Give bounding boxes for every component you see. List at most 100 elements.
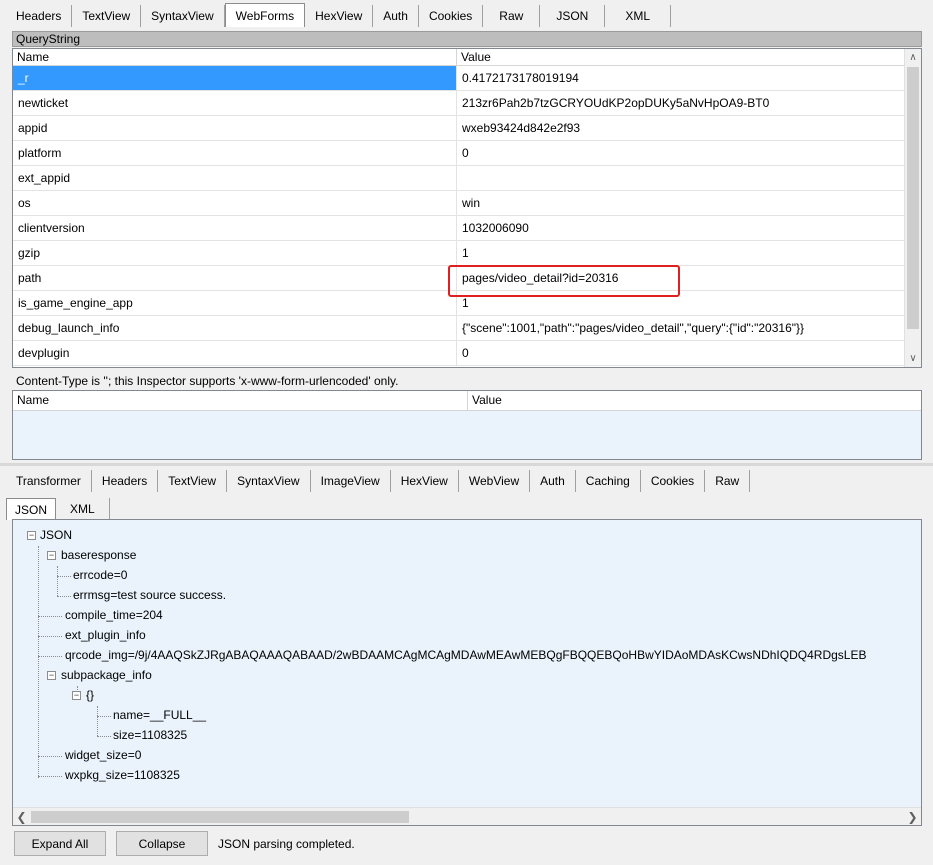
tree-node-object[interactable]: {} (86, 685, 94, 705)
row-value (457, 166, 921, 190)
tab-response-json[interactable]: JSON (6, 498, 57, 520)
querystring-rows: _r 0.4172173178019194 newticket 213zr6Pah2b… (13, 66, 921, 366)
row-name: _r (13, 66, 457, 90)
tab-hexview[interactable]: HexView (305, 5, 374, 27)
row-name: ext_appid (13, 166, 457, 190)
querystring-header: QueryString (12, 31, 922, 47)
tree-line (97, 716, 111, 717)
tab-response-imageview[interactable]: ImageView (310, 470, 391, 492)
table-row[interactable]: _r 0.4172173178019194 (13, 66, 921, 91)
tab-response-webview[interactable]: WebView (458, 470, 531, 492)
grid-header: Name Value (13, 49, 921, 66)
collapse-button[interactable]: Collapse (116, 831, 208, 856)
table-row[interactable]: devplugin 0 (13, 341, 921, 366)
tab-headers[interactable]: Headers (6, 5, 73, 27)
tab-auth[interactable]: Auth (373, 5, 419, 27)
row-value: 1 (462, 246, 469, 260)
response-tab-bar-1: Transformer Headers TextView SyntaxView Imag… (0, 468, 751, 492)
tree-node-baseresponse[interactable]: baseresponse (61, 545, 136, 565)
tree-line (38, 616, 62, 617)
column-value-header[interactable]: Value (457, 49, 921, 65)
tab-raw[interactable]: Raw (483, 5, 541, 27)
tab-syntaxview[interactable]: SyntaxView (141, 5, 225, 27)
querystring-grid: Name Value _r 0.4172173178019194 newticket… (12, 48, 922, 368)
tab-response-syntaxview[interactable]: SyntaxView (227, 470, 311, 492)
row-value: 0 (462, 146, 469, 160)
tab-response-hexview[interactable]: HexView (390, 470, 459, 492)
table-row[interactable]: ext_appid (13, 166, 921, 191)
tab-response-caching[interactable]: Caching (575, 470, 641, 492)
status-text: JSON parsing completed. (218, 837, 355, 851)
row-name: gzip (13, 241, 457, 265)
table-row[interactable]: platform 0 (13, 141, 921, 166)
scroll-right-icon[interactable]: ❯ (904, 808, 921, 826)
table-row[interactable]: os win (13, 191, 921, 216)
hscroll-thumb[interactable] (31, 811, 409, 823)
collapse-icon[interactable]: − (47, 671, 56, 680)
tree-node-qrcode-img[interactable]: qrcode_img=/9j/4AAQSkZJRgABAQAAAQABAAD/2… (65, 645, 866, 665)
tree-line (38, 546, 39, 778)
collapse-icon[interactable]: − (72, 691, 81, 700)
row-name: path (13, 266, 457, 290)
scroll-down-icon[interactable]: ∨ (905, 350, 921, 367)
body-column-name[interactable]: Name (13, 391, 468, 410)
collapse-icon[interactable]: − (47, 551, 56, 560)
table-row[interactable]: appid wxeb93424d842e2f93 (13, 116, 921, 141)
collapse-icon[interactable]: − (27, 531, 36, 540)
body-grid-header: Name Value (13, 391, 921, 411)
tab-response-raw[interactable]: Raw (705, 470, 751, 492)
tab-json[interactable]: JSON (540, 5, 606, 27)
tab-response-textview[interactable]: TextView (158, 470, 228, 492)
tree-line (38, 776, 62, 777)
row-value: wxeb93424d842e2f93 (462, 121, 581, 135)
tab-cookies[interactable]: Cookies (418, 5, 484, 27)
tab-response-headers[interactable]: Headers (91, 470, 159, 492)
tree-node-wxpkg-size[interactable]: wxpkg_size=1108325 (65, 765, 180, 785)
tree-root[interactable]: JSON (40, 525, 72, 545)
tree-line (38, 656, 62, 657)
content-type-note: Content-Type is ''; this Inspector suppo… (16, 374, 399, 388)
tab-response-xml[interactable]: XML (56, 498, 110, 520)
tree-node-errcode[interactable]: errcode=0 (73, 565, 127, 585)
tree-node-widget-size[interactable]: widget_size=0 (65, 745, 141, 765)
row-value: win (462, 196, 481, 210)
table-row[interactable]: clientversion 1032006090 (13, 216, 921, 241)
tree-line (38, 636, 62, 637)
row-name: devplugin (13, 341, 457, 365)
tree-line (57, 596, 71, 597)
response-tab-bar-2: JSON XML (0, 496, 110, 520)
row-name: debug_launch_info (13, 316, 457, 340)
body-column-value[interactable]: Value (468, 391, 921, 410)
row-name: newticket (13, 91, 457, 115)
tree-node-name[interactable]: name=__FULL__ (113, 705, 206, 725)
tree-node-ext-plugin-info[interactable]: ext_plugin_info (65, 625, 146, 645)
row-name: clientversion (13, 216, 457, 240)
scroll-left-icon[interactable]: ❮ (13, 808, 30, 826)
tree-node-compile-time[interactable]: compile_time=204 (65, 605, 163, 625)
horizontal-scrollbar[interactable]: ❮ ❯ (13, 807, 921, 825)
column-name-header[interactable]: Name (13, 49, 457, 65)
tab-xml[interactable]: XML (605, 5, 672, 27)
table-row[interactable]: debug_launch_info {"scene":1001,"path":"p… (13, 316, 921, 341)
tree-node-errmsg[interactable]: errmsg=test source success. (73, 585, 226, 605)
row-name: appid (13, 116, 457, 140)
tree-node-subpackage-info[interactable]: subpackage_info (61, 665, 152, 685)
tree-node-size[interactable]: size=1108325 (113, 725, 187, 745)
row-value: 0.4172173178019194 (462, 71, 579, 85)
tab-response-auth[interactable]: Auth (530, 470, 576, 492)
row-name: is_game_engine_app (13, 291, 457, 315)
table-row[interactable]: newticket 213zr6Pah2b7tzGCRYOUdKP2opDUKy5… (13, 91, 921, 116)
tab-response-cookies[interactable]: Cookies (640, 470, 706, 492)
vertical-scrollbar[interactable]: ∧ ∨ (904, 49, 921, 367)
scroll-thumb[interactable] (907, 67, 919, 329)
tree-line (97, 736, 111, 737)
pane-splitter[interactable] (0, 463, 933, 466)
json-tree-panel: − JSON − baseresponse errcode=0 errmsg=t… (12, 519, 922, 826)
tab-response-transformer[interactable]: Transformer (6, 470, 92, 492)
scroll-up-icon[interactable]: ∧ (905, 49, 921, 66)
tab-textview[interactable]: TextView (72, 5, 142, 27)
body-grid: Name Value (12, 390, 922, 460)
expand-all-button[interactable]: Expand All (14, 831, 106, 856)
table-row[interactable]: gzip 1 (13, 241, 921, 266)
tab-webforms[interactable]: WebForms (224, 3, 306, 27)
